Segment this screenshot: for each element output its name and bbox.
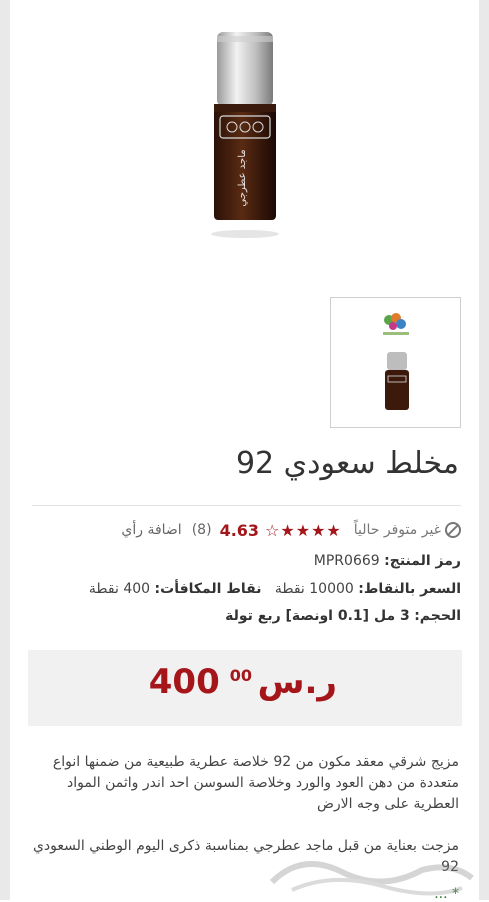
product-code-row: رمز المنتج: MPR0669 <box>21 553 461 569</box>
star-rating-icon: ★★★★☆ <box>265 520 342 540</box>
rating-value: 4.63 <box>219 520 260 540</box>
price-cents: 00 <box>229 666 253 685</box>
product-main-image[interactable]: ماجد عطرجي <box>190 20 300 250</box>
product-code-label: رمز المنتج: <box>384 553 461 569</box>
reward-points-value: 400 نقطة <box>88 581 151 597</box>
price-whole: 400 <box>148 662 220 702</box>
points-price-label: السعر بالنقاط: <box>358 581 461 597</box>
watermark-logo <box>269 861 474 896</box>
description-paragraph-1: مزيج شرقي معقد مكون من 92 خلاصة عطرية طب… <box>52 754 459 812</box>
bottle-label: ماجد عطرجي <box>237 149 248 206</box>
page-frame-right <box>479 0 489 900</box>
reward-points-label: نقاط المكافأت: <box>154 581 262 597</box>
size-label: الحجم: <box>414 608 461 624</box>
ban-icon <box>445 522 461 538</box>
add-review-link[interactable]: اضافة رأي <box>121 522 181 538</box>
size-value: 3 مل [0.1 اونصة] ربع تولة <box>225 608 410 624</box>
product-thumbnail[interactable] <box>330 297 461 428</box>
page-frame-left <box>0 0 10 900</box>
rating-count[interactable]: (8) <box>192 522 212 538</box>
price-box: ر.س 400 00 <box>28 650 462 726</box>
price-currency: ر.س <box>257 662 337 702</box>
rating-row: غير متوفر حالياً ★★★★☆ 4.63 (8) اضافة رأ… <box>21 518 461 542</box>
product-price: ر.س 400 00 <box>149 662 337 702</box>
points-price-value: 10000 نقطة <box>274 581 354 597</box>
availability-text: غير متوفر حالياً <box>353 522 441 538</box>
size-row: الحجم: 3 مل [0.1 اونصة] ربع تولة <box>21 608 461 624</box>
availability-status: غير متوفر حالياً <box>354 522 461 538</box>
divider <box>32 505 461 506</box>
points-row: السعر بالنقاط: 10000 نقطة نقاط المكافأت:… <box>21 581 461 597</box>
product-title: مخلط سعودي 92 <box>235 446 459 481</box>
product-code-value: MPR0669 <box>313 553 380 569</box>
